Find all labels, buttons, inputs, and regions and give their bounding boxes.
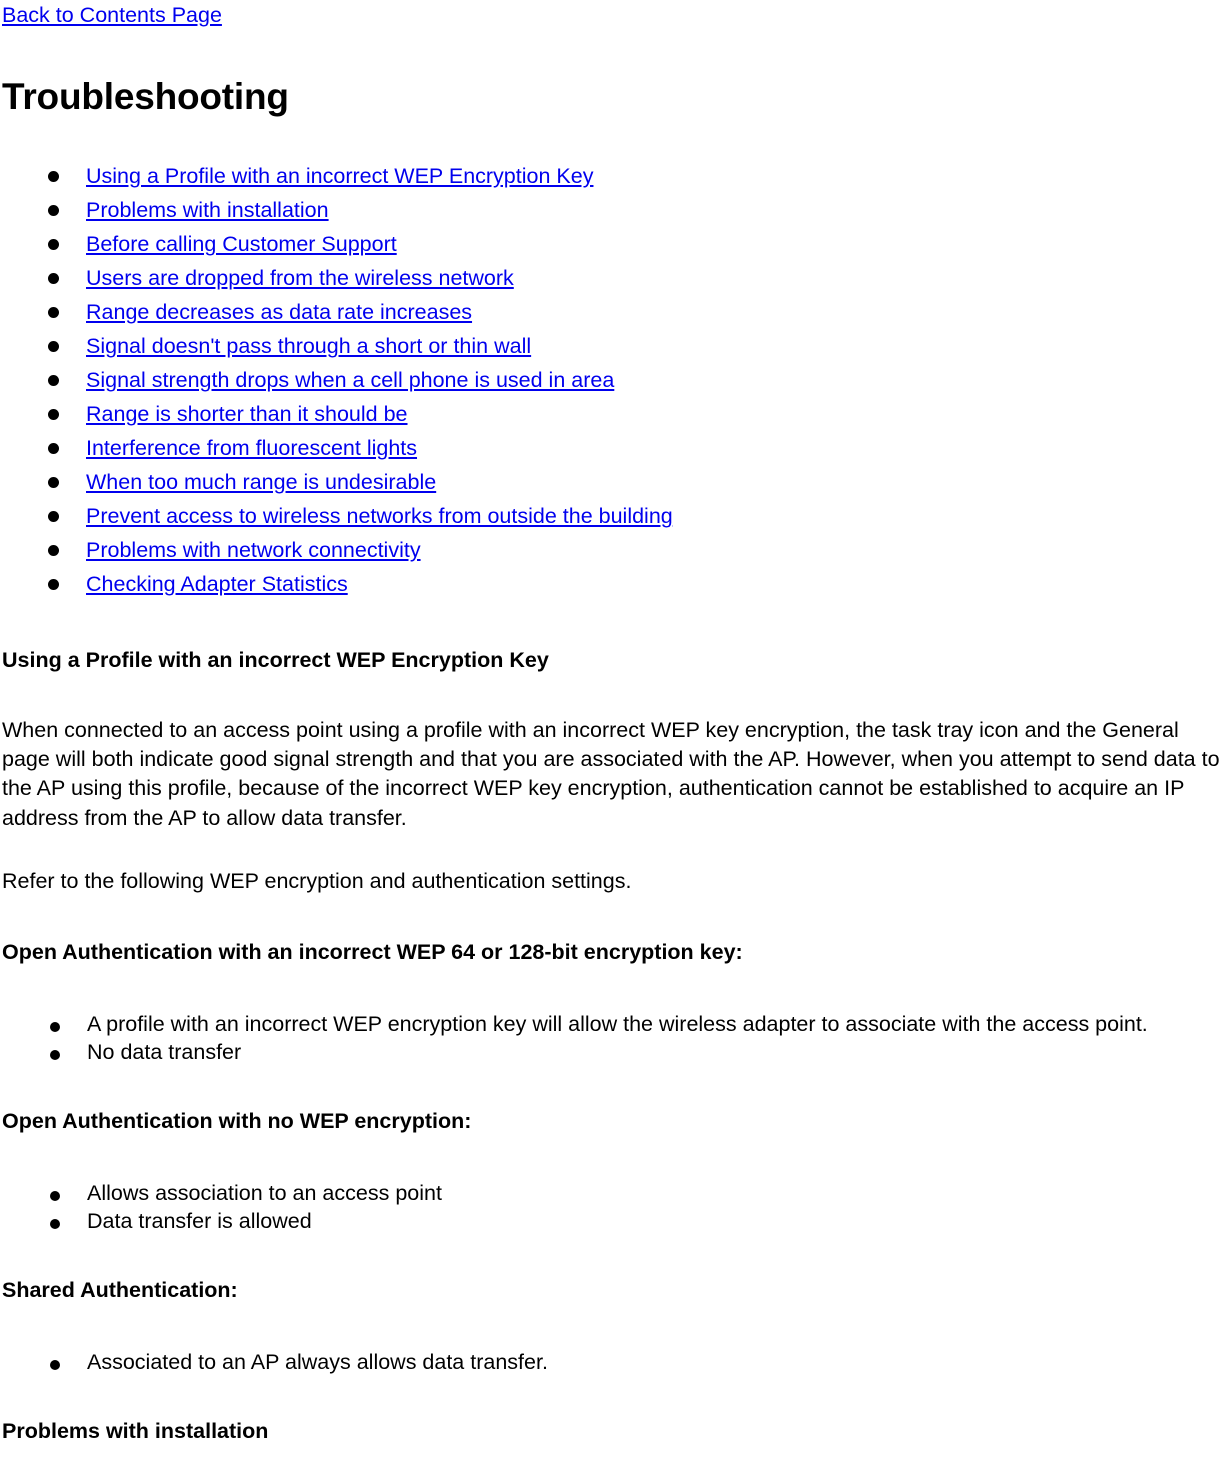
list-item-label: Allows association to an access point [87,1180,442,1205]
toc-item[interactable]: Before calling Customer Support [2,227,1225,261]
bullet-list-open-auth-no-wep: Allows association to an access point Da… [2,1179,1225,1236]
toc-link-range-shorter-than-should-be[interactable]: Range is shorter than it should be [86,402,408,426]
bullet-icon [48,477,59,489]
toc-link-before-calling-customer-support[interactable]: Before calling Customer Support [86,232,397,256]
bullet-icon [48,341,59,353]
list-item: Associated to an AP always allows data t… [2,1348,1225,1377]
bullet-icon [48,511,59,523]
section-paragraph-wep-encryption-key: When connected to an access point using … [2,718,1220,830]
bullet-icon [48,375,59,387]
toc-link-too-much-range-undesirable[interactable]: When too much range is undesirable [86,470,436,494]
bullet-icon [48,273,59,285]
toc-link-users-dropped-from-network[interactable]: Users are dropped from the wireless netw… [86,266,514,290]
back-to-contents-container: Back to Contents Page [2,0,1225,30]
bullet-list-open-auth-incorrect-key: A profile with an incorrect WEP encrypti… [2,1010,1225,1067]
toc-item[interactable]: Signal strength drops when a cell phone … [2,363,1225,397]
section-heading-wep-encryption-key: Using a Profile with an incorrect WEP En… [2,648,549,673]
table-of-contents-list: Using a Profile with an incorrect WEP En… [2,159,1225,601]
bullet-icon [48,579,59,591]
list-item: A profile with an incorrect WEP encrypti… [2,1010,1225,1039]
list-item: Allows association to an access point [2,1179,1225,1208]
bullet-icon [50,1359,60,1370]
list-item: No data transfer [2,1038,1225,1067]
section-heading-open-auth-no-wep: Open Authentication with no WEP encrypti… [2,1108,472,1133]
toc-link-range-decreases-data-rate[interactable]: Range decreases as data rate increases [86,300,472,324]
bullet-icon [48,205,59,217]
toc-item[interactable]: Range is shorter than it should be [2,397,1225,431]
back-to-contents-link[interactable]: Back to Contents Page [2,3,222,27]
list-item-label: Associated to an AP always allows data t… [87,1349,548,1374]
list-item-label: Data transfer is allowed [87,1209,312,1234]
bullet-icon [50,1190,60,1201]
toc-item[interactable]: Users are dropped from the wireless netw… [2,261,1225,295]
toc-link-checking-adapter-statistics[interactable]: Checking Adapter Statistics [86,572,348,596]
section-heading-problems-with-installation: Problems with installation [2,1418,269,1443]
toc-item[interactable]: Problems with network connectivity [2,533,1225,567]
bullet-icon [50,1021,60,1032]
toc-link-interference-fluorescent-lights[interactable]: Interference from fluorescent lights [86,436,417,460]
page-title: Troubleshooting [2,76,289,118]
toc-item[interactable]: Interference from fluorescent lights [2,431,1225,465]
bullet-icon [48,545,59,557]
bullet-list-shared-authentication: Associated to an AP always allows data t… [2,1348,1225,1377]
toc-link-signal-through-wall[interactable]: Signal doesn't pass through a short or t… [86,334,531,358]
toc-link-wep-encryption-key[interactable]: Using a Profile with an incorrect WEP En… [86,164,593,188]
bullet-icon [48,239,59,251]
list-item: Data transfer is allowed [2,1207,1225,1236]
section-heading-shared-authentication: Shared Authentication: [2,1278,238,1302]
toc-item[interactable]: Checking Adapter Statistics [2,567,1225,601]
list-item-label: No data transfer [87,1040,242,1065]
toc-link-signal-drops-cell-phone[interactable]: Signal strength drops when a cell phone … [86,368,614,392]
bullet-icon [48,443,59,455]
document-page: Back to Contents Page Troubleshooting Us… [0,0,1229,1445]
section-heading-open-auth-incorrect-key: Open Authentication with an incorrect WE… [2,939,743,964]
toc-link-prevent-access-outside-building[interactable]: Prevent access to wireless networks from… [86,504,673,528]
bullet-icon [48,307,59,319]
toc-item[interactable]: Problems with installation [2,193,1225,227]
bullet-icon [48,409,59,421]
toc-link-problems-network-connectivity[interactable]: Problems with network connectivity [86,538,421,562]
toc-item[interactable]: Range decreases as data rate increases [2,295,1225,329]
toc-item[interactable]: Signal doesn't pass through a short or t… [2,329,1225,363]
bullet-icon [48,171,59,183]
bullet-icon [50,1050,60,1061]
toc-item[interactable]: Prevent access to wireless networks from… [2,499,1225,533]
toc-item[interactable]: Using a Profile with an incorrect WEP En… [2,159,1225,193]
bullet-icon [50,1219,60,1230]
section-paragraph-refer-settings: Refer to the following WEP encryption an… [2,868,632,893]
toc-item[interactable]: When too much range is undesirable [2,465,1225,499]
list-item-label: A profile with an incorrect WEP encrypti… [87,1011,1148,1036]
toc-link-problems-with-installation[interactable]: Problems with installation [86,198,329,222]
